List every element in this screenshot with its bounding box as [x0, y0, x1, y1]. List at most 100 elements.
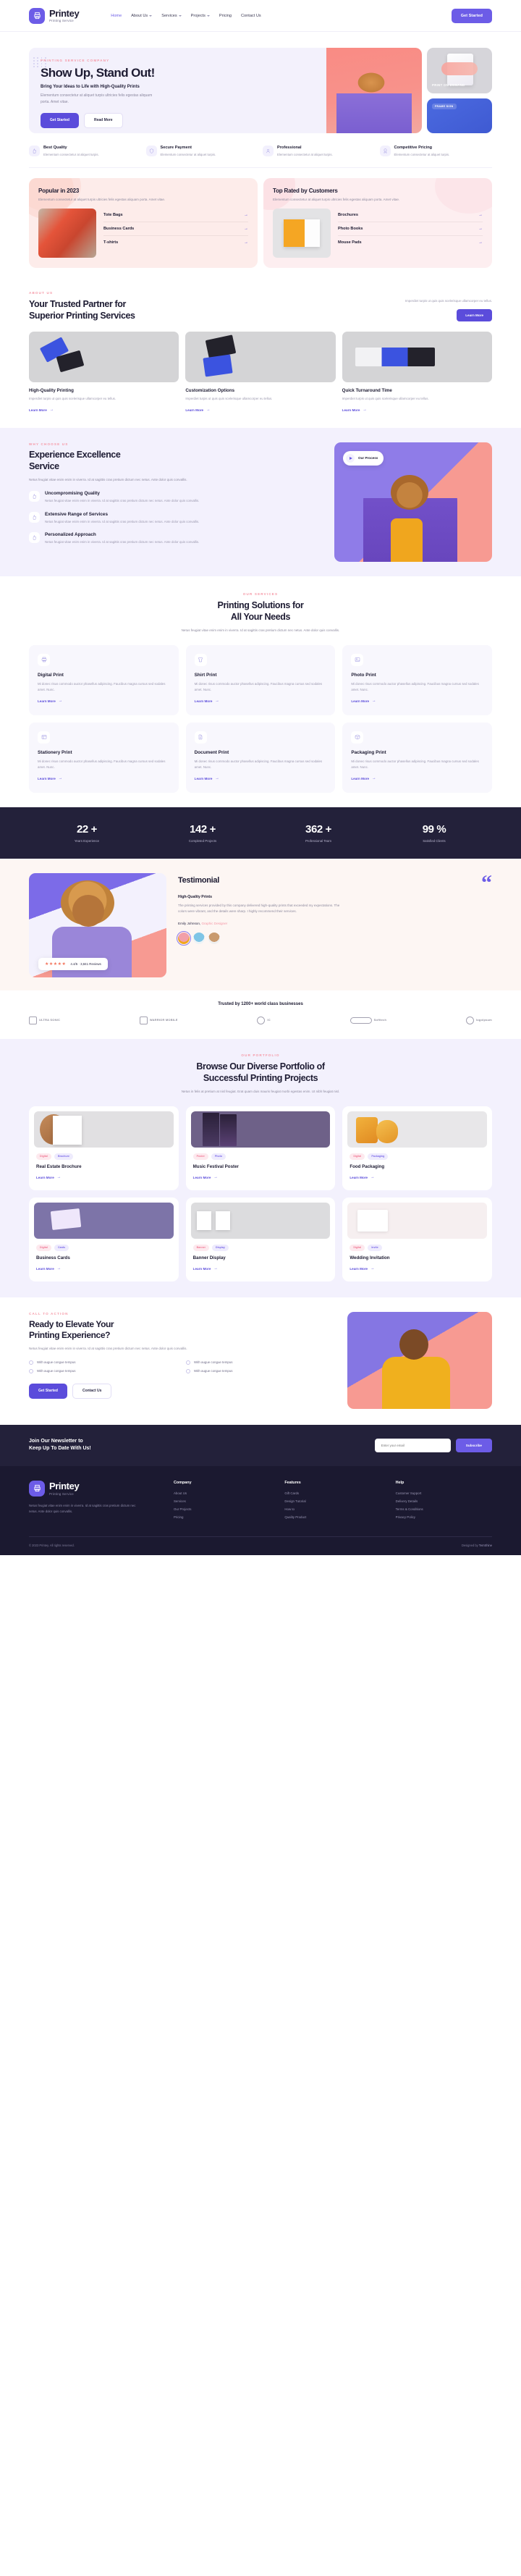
feature-item: Secure Payment Elementum consectetur at a…	[145, 146, 259, 157]
avatar[interactable]	[193, 933, 205, 945]
service-link[interactable]: Learn More →	[38, 699, 62, 703]
photo-head	[391, 474, 428, 510]
portfolio-card-music-festival-poster[interactable]: Poster Photo Music Festival Poster Learn …	[185, 1106, 336, 1190]
portfolio-card-business-cards[interactable]: Digital Cards Business Cards Learn More →	[29, 1197, 179, 1281]
portfolio-link[interactable]: Learn More →	[36, 1175, 61, 1179]
footer-link[interactable]: Terms & Conditions	[396, 1507, 492, 1511]
portfolio-link[interactable]: Learn More →	[350, 1175, 374, 1179]
logo-mark	[139, 1016, 148, 1025]
stat-label: Years Experience	[74, 838, 100, 843]
footer-link[interactable]: Our Projects	[174, 1507, 270, 1511]
footer-link[interactable]: Pricing	[174, 1515, 270, 1519]
about-card-link[interactable]: Learn More →	[342, 408, 367, 412]
check-label: With augue congue tempus	[37, 1369, 76, 1373]
portfolio-eyebrow: OUR PORTFOLIO	[241, 1053, 280, 1057]
service-card-document-print[interactable]: Document Print Mi donec risus commodo au…	[185, 722, 336, 793]
client-logo-warrior-mobile: WARRIOR MOBILE	[139, 1016, 178, 1026]
service-card-stationery-print[interactable]: Stationery Print Mi donec risus commodo …	[29, 722, 179, 793]
portfolio-link[interactable]: Learn More →	[193, 1266, 218, 1271]
promo-link-business-cards[interactable]: Business Cards →	[103, 222, 248, 237]
cta-contact-us-button[interactable]: Contact Us	[72, 1383, 112, 1399]
promo-popular-2023: Popular in 2023 Elementum consectetur at…	[29, 178, 258, 269]
portfolio-title: Wedding Invitation	[350, 1255, 390, 1260]
photo-body	[382, 1356, 450, 1409]
service-card-shirt-print[interactable]: Shirt Print Mi donec risus commodo aucto…	[185, 644, 336, 715]
portfolio-card-wedding-invitation[interactable]: Digital Invite Wedding Invitation Learn M…	[342, 1197, 492, 1281]
portfolio-title: Business Cards	[36, 1255, 70, 1260]
thumbs-up-icon	[29, 146, 40, 156]
author-name: Emily Johnson,	[178, 922, 201, 926]
service-link[interactable]: Learn More →	[351, 776, 376, 780]
service-link[interactable]: Learn More →	[351, 699, 376, 703]
nav-item-services[interactable]: Services	[161, 14, 182, 18]
nav-item-about-us[interactable]: About Us	[131, 14, 153, 18]
footer-link[interactable]: Delivery Details	[396, 1499, 492, 1503]
testimonial-item-title: High-Quality Prints	[178, 894, 212, 899]
footer-link[interactable]: Privacy Policy	[396, 1515, 492, 1519]
hero-card: PRINTING SERVICE COMPANY Show Up, Stand …	[29, 48, 422, 133]
printer-icon	[38, 653, 50, 666]
check-label: With augue congue tempus	[194, 1369, 233, 1373]
photo-head	[399, 1329, 428, 1360]
portfolio-link[interactable]: Learn More →	[350, 1266, 374, 1271]
about-eyebrow: ABOUT US	[29, 291, 54, 295]
get-started-button[interactable]: Get Started	[451, 8, 492, 23]
logo-mark	[350, 1017, 372, 1024]
footer-link[interactable]: Services	[174, 1499, 270, 1503]
service-link[interactable]: Learn More →	[195, 699, 219, 703]
portfolio-image	[347, 1111, 487, 1148]
hero-get-started-button[interactable]: Get Started	[41, 112, 79, 128]
service-card-digital-print[interactable]: Digital Print Mi donec risus commodo auc…	[29, 644, 179, 715]
about-card-link[interactable]: Learn More →	[185, 408, 210, 412]
hero-side-card-frame[interactable]: FRAME SIGN	[427, 98, 492, 133]
promo-link-tote-bags[interactable]: Tote Bags →	[103, 209, 248, 223]
footer-link[interactable]: Gift Cards	[284, 1491, 381, 1495]
footer-link[interactable]: Design Tutorial	[284, 1499, 381, 1503]
why-item-title: Extensive Range of Services	[45, 511, 109, 517]
main-nav: Home About Us Services Projects Pricing …	[111, 14, 260, 18]
nav-item-pricing[interactable]: Pricing	[219, 14, 232, 18]
service-card-packaging-print[interactable]: Packaging Print Mi donec risus commodo a…	[342, 722, 492, 793]
footer-link[interactable]: Customer Support	[396, 1491, 492, 1495]
service-card-photo-print[interactable]: Photo Print Mi donec risus commodo aucto…	[342, 644, 492, 715]
service-link[interactable]: Learn More →	[195, 776, 219, 780]
cta-check-item: With augue congue tempus	[29, 1360, 179, 1365]
footer-link[interactable]: Quality Product	[284, 1515, 381, 1519]
nav-item-contact-us[interactable]: Contact Us	[241, 14, 261, 18]
portfolio-paragraph: Netus in felis at pretium at nisl feugia…	[181, 1089, 340, 1093]
newsletter-subscribe-button[interactable]: Subscribe	[455, 1438, 492, 1452]
portfolio-link[interactable]: Learn More →	[36, 1266, 61, 1271]
newsletter-email-input[interactable]	[374, 1438, 451, 1452]
portfolio-image	[190, 1111, 331, 1148]
service-link[interactable]: Learn More →	[38, 776, 62, 780]
hero-side-card-shirt[interactable]: PRINT ON DEMAND	[427, 48, 492, 93]
about-card-link[interactable]: Learn More →	[29, 408, 54, 412]
promo-link-photo-books[interactable]: Photo Books →	[338, 222, 483, 237]
portfolio-link[interactable]: Learn More →	[193, 1175, 218, 1179]
nav-item-home[interactable]: Home	[111, 14, 122, 18]
footer-link[interactable]: About Us	[174, 1491, 270, 1495]
logo-text: WARRIOR MOBILE	[149, 1018, 178, 1022]
about-learn-more-button[interactable]: Learn More	[457, 309, 492, 322]
portfolio-card-real-estate-brochure[interactable]: Digital Brochure Real Estate Brochure Lea…	[29, 1106, 179, 1190]
testimonial-avatars	[176, 930, 492, 946]
user-icon	[263, 146, 274, 156]
footer-column-features: Features Gift Cards Design Tutorial How …	[284, 1481, 381, 1523]
cta-get-started-button[interactable]: Get Started	[29, 1383, 67, 1399]
nav-item-projects[interactable]: Projects	[191, 14, 210, 18]
footer-link[interactable]: How to	[284, 1507, 381, 1511]
portfolio-card-banner-display[interactable]: Banner Display Banner Display Learn More →	[185, 1197, 336, 1281]
our-process-play-button[interactable]: Our Process	[343, 450, 384, 466]
promo-link-brochures[interactable]: Brochures →	[338, 209, 483, 223]
promo-link-t-shirts[interactable]: T-shirts →	[103, 236, 248, 249]
footer-brand-logo[interactable]: Printey Printing Service	[29, 1480, 159, 1497]
hero-read-more-button[interactable]: Read More	[83, 112, 123, 128]
credit-name[interactable]: TemShine	[479, 1544, 492, 1547]
promo-link-mouse-pads[interactable]: Mouse Pads →	[338, 236, 483, 249]
thumbs-up-icon	[29, 511, 40, 523]
portfolio-card-food-packaging[interactable]: Digital Packaging Food Packaging Learn Mo…	[342, 1106, 492, 1190]
cta-eyebrow: CALL TO ACTION	[29, 1311, 69, 1316]
avatar[interactable]	[208, 933, 220, 945]
brand-logo[interactable]: Printey Printing Service	[29, 7, 80, 24]
avatar[interactable]	[176, 930, 192, 946]
